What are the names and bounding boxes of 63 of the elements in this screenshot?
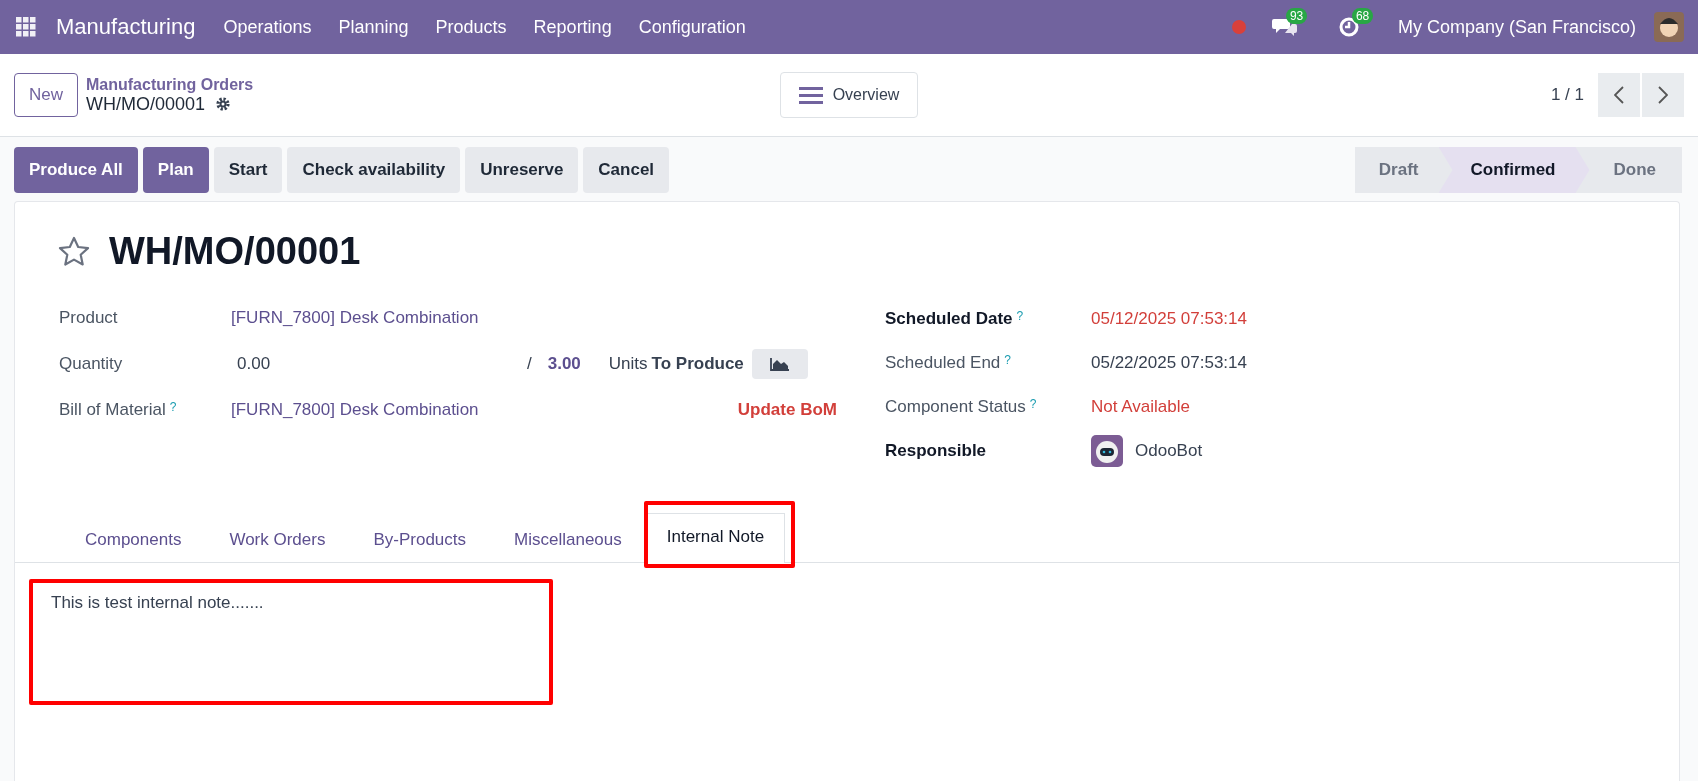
field-value: Not Available bbox=[1091, 397, 1190, 417]
field-label: Product bbox=[59, 308, 118, 328]
help-tooltip-mark[interactable]: ? bbox=[169, 400, 177, 414]
menu-item[interactable]: Planning bbox=[338, 16, 409, 38]
breadcrumb-link[interactable]: Manufacturing Orders bbox=[86, 75, 254, 94]
unit-label: Units bbox=[608, 354, 648, 374]
count-badge: 68 bbox=[1351, 8, 1374, 24]
notebook-tab[interactable]: Components bbox=[61, 516, 206, 562]
field-label: Quantity bbox=[59, 354, 123, 374]
user-avatar-icon[interactable] bbox=[1654, 12, 1684, 42]
menu-item[interactable]: Products bbox=[435, 16, 507, 38]
forecast-button[interactable] bbox=[751, 349, 808, 379]
notebook-tab[interactable]: Miscellaneous bbox=[490, 516, 646, 562]
quantity-target: 3.00 bbox=[547, 354, 581, 374]
notebook-tab[interactable]: Internal Note bbox=[645, 513, 786, 563]
update-bom-link[interactable]: Update BoM bbox=[737, 400, 837, 420]
to-produce-label: To Produce bbox=[651, 354, 744, 374]
new-button[interactable]: New bbox=[14, 73, 78, 117]
menu-item[interactable]: Configuration bbox=[638, 16, 746, 38]
help-tooltip-mark[interactable]: ? bbox=[1004, 353, 1011, 367]
app-name[interactable]: Manufacturing bbox=[56, 14, 196, 40]
note-text[interactable]: This is test internal note....... bbox=[51, 593, 264, 613]
overview-button[interactable]: Overview bbox=[779, 72, 919, 118]
field-value[interactable]: [FURN_7800] Desk Combination bbox=[231, 400, 479, 420]
record-name: WH/MO/00001 bbox=[86, 93, 206, 115]
status-step[interactable]: Confirmed bbox=[1438, 147, 1590, 193]
action-button[interactable]: Produce All bbox=[14, 147, 138, 193]
action-button[interactable]: Cancel bbox=[583, 147, 670, 193]
field-label: Scheduled End bbox=[885, 353, 1001, 373]
chevron-right-icon[interactable] bbox=[1658, 86, 1668, 104]
count-badge: 93 bbox=[1285, 8, 1308, 24]
separator-slash: / bbox=[527, 354, 532, 374]
menu-icon[interactable] bbox=[798, 86, 823, 104]
company-switcher[interactable]: My Company (San Francisco) bbox=[1397, 16, 1636, 38]
area-chart-icon[interactable] bbox=[769, 357, 790, 371]
apps-menu-icon[interactable] bbox=[16, 17, 36, 37]
star-icon[interactable] bbox=[57, 234, 91, 269]
action-button[interactable]: Plan bbox=[142, 147, 209, 193]
field-label: Responsible bbox=[885, 441, 987, 461]
chevron-left-icon[interactable] bbox=[1614, 86, 1624, 104]
next-button[interactable] bbox=[1642, 73, 1684, 117]
field-value[interactable]: [FURN_7800] Desk Combination bbox=[231, 308, 479, 328]
user-name[interactable]: OdooBot bbox=[1135, 441, 1203, 461]
pager-value: 1 / 1 bbox=[1550, 85, 1584, 105]
help-tooltip-mark[interactable]: ? bbox=[1016, 309, 1024, 323]
action-button[interactable]: Unreserve bbox=[465, 147, 579, 193]
previous-button[interactable] bbox=[1598, 73, 1640, 117]
robot-avatar-icon[interactable] bbox=[1091, 435, 1123, 467]
field-value: 05/22/2025 07:53:14 bbox=[1091, 353, 1247, 373]
field-label: Component Status bbox=[885, 397, 1026, 417]
action-button[interactable]: Check availability bbox=[287, 147, 461, 193]
menu-item[interactable]: Operations bbox=[223, 16, 312, 38]
field-value: 05/12/2025 07:53:14 bbox=[1091, 309, 1247, 329]
help-tooltip-mark[interactable]: ? bbox=[1029, 397, 1037, 411]
record-title: WH/MO/00001 bbox=[109, 230, 361, 273]
notebook-tab[interactable]: By-Products bbox=[349, 516, 491, 562]
field-label: Bill of Material bbox=[59, 400, 166, 420]
menu-item[interactable]: Reporting bbox=[533, 16, 612, 38]
status-dot-icon[interactable] bbox=[1231, 20, 1246, 34]
field-label: Scheduled Date bbox=[885, 309, 1013, 329]
notebook-tab[interactable]: Work Orders bbox=[205, 516, 350, 562]
action-button[interactable]: Start bbox=[213, 147, 283, 193]
quantity-value[interactable]: 0.00 bbox=[231, 354, 527, 374]
